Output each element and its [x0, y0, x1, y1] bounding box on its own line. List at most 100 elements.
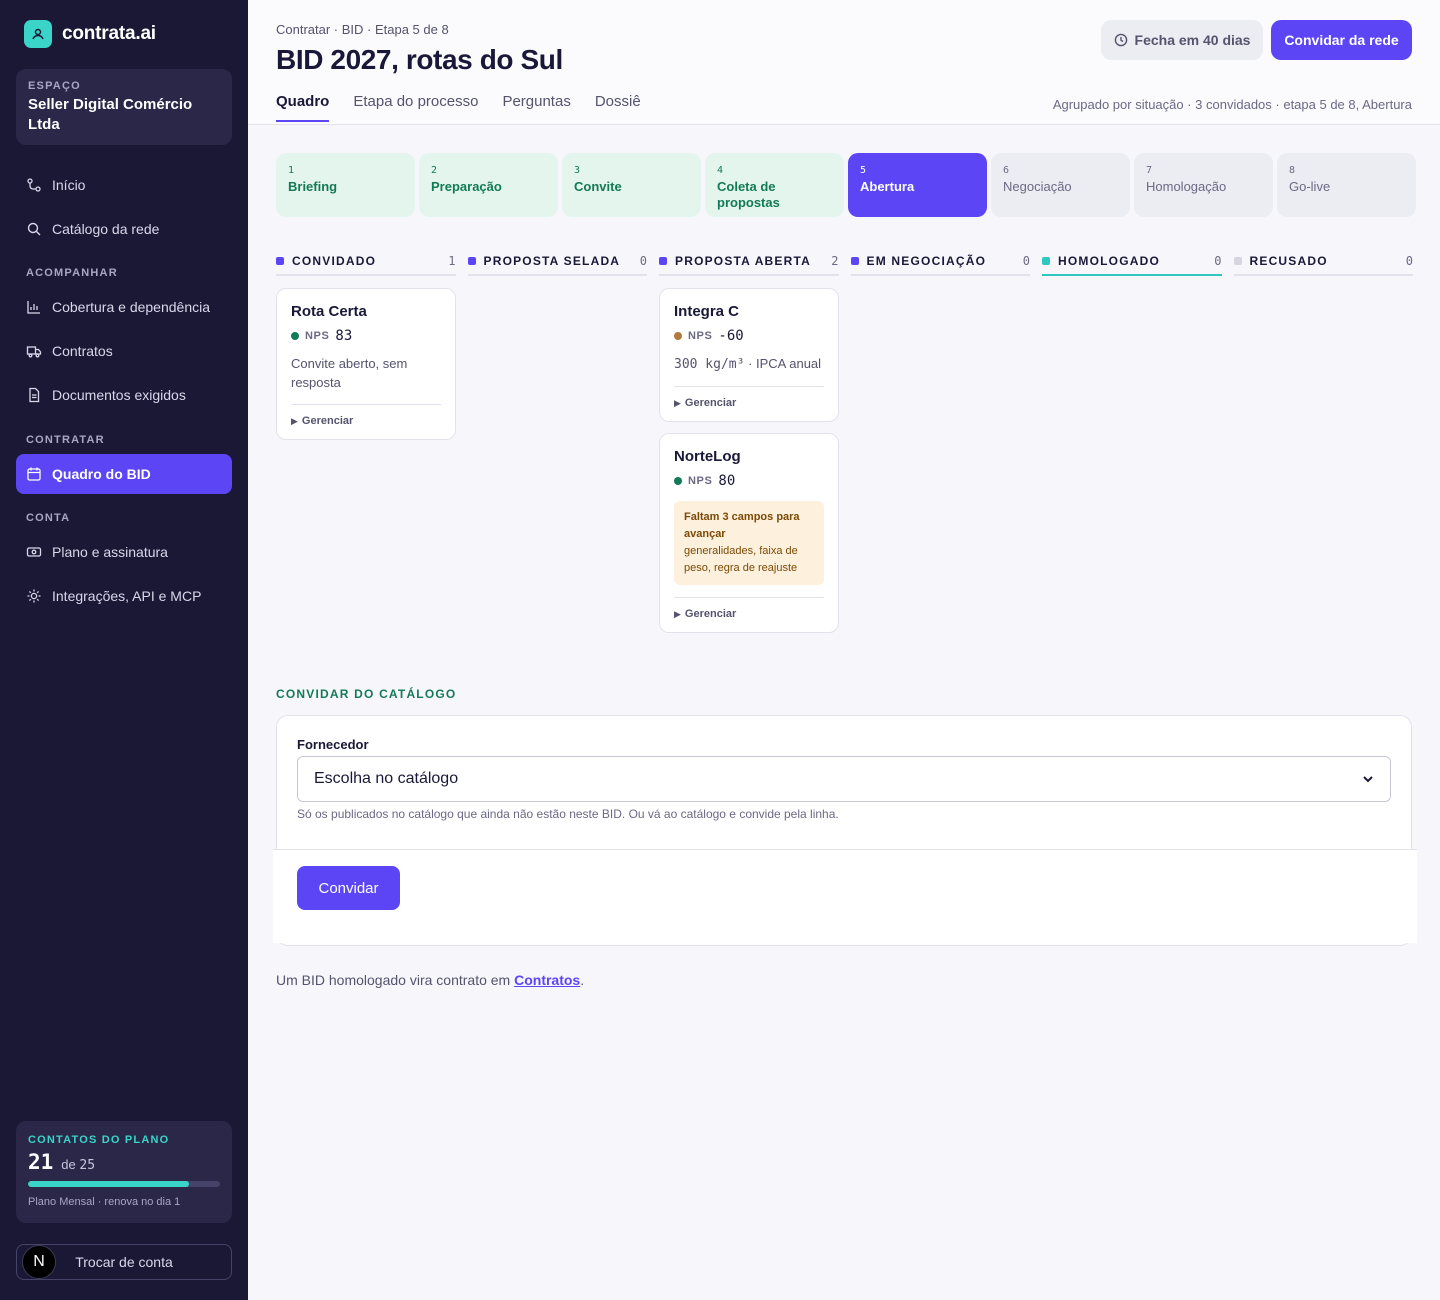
step-homologacao[interactable]: 7 Homologação [1134, 153, 1273, 217]
column-title: RECUSADO [1249, 254, 1328, 268]
page-header: Contratar · BID · Etapa 5 de 8 BID 2027,… [248, 0, 1440, 125]
nav-label: Cobertura e dependência [52, 299, 211, 315]
card-spec: 300 kg/m³ · IPCA anual [674, 356, 822, 372]
workspace-selector[interactable]: ESPAÇO Seller Digital Comércio Ltda [16, 69, 232, 145]
nav-section-contratar: CONTRATAR [26, 434, 105, 446]
nav-item-plano[interactable]: Plano e assinatura [16, 532, 232, 572]
nav-item-inicio[interactable]: Início [16, 165, 232, 205]
invite-form: Fornecedor Escolha no catálogo Só os pub… [273, 715, 1417, 946]
contracts-link[interactable]: Contratos [514, 972, 580, 988]
nav-label: Início [52, 177, 86, 193]
step-label: Briefing [288, 179, 338, 194]
step-coleta[interactable]: 4 Coleta de propostas [705, 153, 844, 217]
nps-row: NPS 83 [291, 328, 441, 344]
missing-fields-warning: Faltam 3 campos para avançar generalidad… [674, 501, 824, 585]
invite-button[interactable]: Convidar [297, 866, 400, 910]
plan-usage-bar [28, 1181, 220, 1187]
supplier-name: Integra C [674, 303, 740, 320]
bar-chart-icon [27, 301, 40, 314]
step-label: Coleta de propostas [717, 179, 780, 210]
tab-dossie[interactable]: Dossiê [595, 93, 641, 122]
step-preparacao[interactable]: 2 Preparação [419, 153, 558, 217]
nav-item-catalogo[interactable]: Catálogo da rede [16, 209, 232, 249]
nav-label: Catálogo da rede [52, 221, 160, 237]
column-count: 0 [639, 254, 647, 268]
nps-label: NPS [688, 330, 713, 342]
card-divider [291, 404, 441, 405]
supplier-card[interactable]: NorteLog NPS 80 Faltam 3 campos para ava… [659, 433, 839, 633]
plan-usage-card: CONTATOS DO PLANO 21 de 25 Plano Mensal … [16, 1121, 232, 1223]
manage-toggle[interactable]: ▶ Gerenciar [291, 415, 441, 427]
column-title: CONVIDADO [292, 254, 377, 268]
footnote: Um BID homologado vira contrato em Contr… [276, 972, 585, 988]
avatar[interactable]: N [22, 1245, 56, 1279]
step-number: 2 [431, 165, 438, 176]
triangle-right-icon: ▶ [291, 416, 298, 426]
nav-label: Plano e assinatura [52, 544, 168, 560]
nav-section-conta: CONTA [26, 512, 71, 524]
nav-item-cobertura[interactable]: Cobertura e dependência [16, 287, 232, 327]
plan-usage-fill [28, 1181, 190, 1187]
supplier-select[interactable]: Escolha no catálogo [297, 756, 1391, 802]
step-convite[interactable]: 3 Convite [562, 153, 701, 217]
truck-icon [26, 346, 42, 358]
step-number: 5 [860, 165, 867, 176]
status-square-icon [467, 257, 476, 265]
supplier-field-help: Só os publicados no catálogo que ainda n… [297, 807, 839, 821]
supplier-name: NorteLog [674, 448, 741, 465]
nps-row: NPS 80 [674, 473, 824, 489]
plan-of-text: de 25 [61, 1157, 96, 1173]
column-header: CONVIDADO 1 [276, 248, 456, 276]
tab-perguntas[interactable]: Perguntas [502, 93, 570, 122]
manage-toggle[interactable]: ▶ Gerenciar [674, 397, 824, 409]
tab-quadro[interactable]: Quadro [276, 93, 330, 122]
switch-account-label: Trocar de conta [75, 1254, 173, 1270]
nps-value: 83 [335, 328, 353, 344]
invite-network-button[interactable]: Convidar da rede [1271, 20, 1412, 60]
sidebar: contrata.ai ESPAÇO Seller Digital Comérc… [0, 0, 248, 1300]
deadline-button[interactable]: Fecha em 40 dias [1101, 20, 1263, 60]
step-number: 6 [1003, 165, 1010, 176]
calendar-icon [27, 467, 41, 481]
step-number: 8 [1289, 165, 1296, 176]
nav-item-documentos[interactable]: Documentos exigidos [16, 375, 232, 415]
column-count: 2 [831, 254, 839, 268]
column-count: 0 [1405, 254, 1413, 268]
nav-label: Contratos [52, 343, 113, 359]
column-homologado: HOMOLOGADO 0 [1042, 248, 1222, 633]
nav-item-contratos[interactable]: Contratos [16, 331, 232, 371]
column-title: PROPOSTA ABERTA [675, 254, 812, 268]
column-recusado: RECUSADO 0 [1233, 248, 1413, 633]
process-stepper: 1 Briefing 2 Preparação 3 Convite 4 Coleta d… [276, 153, 1416, 217]
nav-item-integracoes[interactable]: Integrações, API e MCP [16, 576, 232, 616]
step-abertura[interactable]: 5 Abertura [848, 153, 987, 217]
brand[interactable]: contrata.ai [24, 20, 156, 48]
tab-bar: Quadro Etapa do processo Perguntas Dossi… [276, 93, 641, 122]
status-square-icon [1042, 257, 1050, 265]
page-title: BID 2027, rotas do Sul [276, 44, 563, 75]
status-square-icon [850, 257, 859, 265]
plan-usage-label: CONTATOS DO PLANO [28, 1134, 170, 1146]
supplier-card[interactable]: Integra C NPS -60 300 kg/m³ · IPCA anual… [659, 288, 839, 422]
tab-etapa-processo[interactable]: Etapa do processo [353, 93, 478, 122]
nps-value: -60 [718, 328, 744, 344]
nps-label: NPS [305, 330, 330, 342]
brand-logo-icon [24, 20, 52, 48]
column-proposta-aberta: PROPOSTA ABERTA 2 Integra C NPS -60 300 … [659, 248, 839, 633]
nav-section-acompanhar: ACOMPANHAR [26, 267, 118, 279]
brand-name: contrata.ai [62, 23, 156, 44]
clock-icon [1114, 33, 1127, 47]
search-icon [27, 222, 41, 236]
manage-toggle[interactable]: ▶ Gerenciar [674, 608, 824, 620]
nav-item-quadro-bid[interactable]: Quadro do BID [16, 454, 232, 494]
step-briefing[interactable]: 1 Briefing [276, 153, 415, 217]
column-header: PROPOSTA ABERTA 2 [659, 248, 839, 276]
nps-label: NPS [688, 475, 713, 487]
column-title: PROPOSTA SELADA [483, 254, 621, 268]
step-go-live[interactable]: 8 Go-live [1277, 153, 1416, 217]
nps-row: NPS -60 [674, 328, 824, 344]
status-square-icon [659, 257, 667, 265]
step-negociacao[interactable]: 6 Negociação [991, 153, 1130, 217]
card-divider [674, 597, 824, 598]
supplier-card[interactable]: Rota Certa NPS 83 Convite aberto, sem re… [276, 288, 456, 440]
